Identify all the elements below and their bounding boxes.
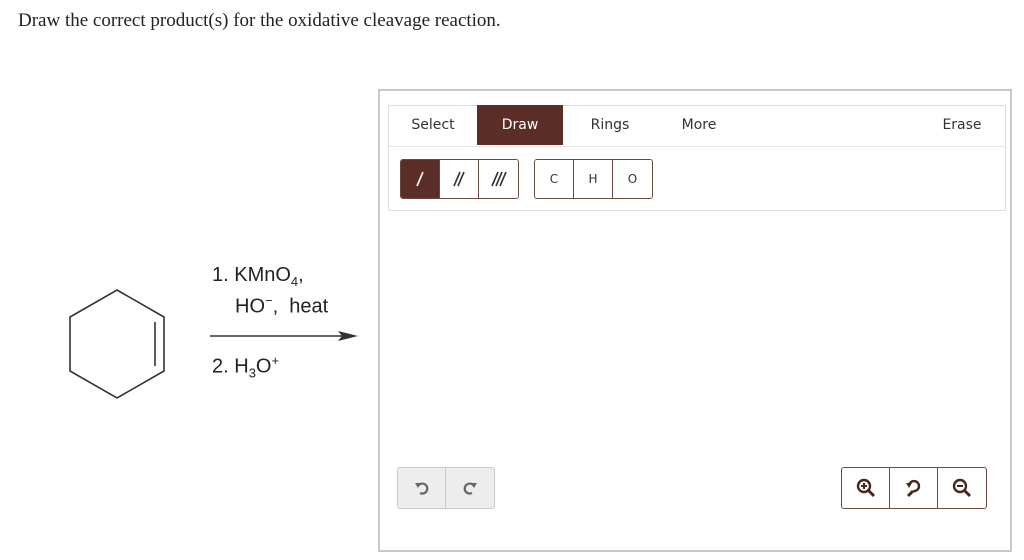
reaction-scheme: 1. KMnO4, HO−, heat 2. H3O+ — [0, 240, 380, 430]
tab-erase[interactable]: Erase — [929, 105, 995, 145]
reagent-hydroxide: HO — [235, 295, 265, 318]
zoom-in-button[interactable] — [842, 468, 890, 508]
tab-draw[interactable]: Draw — [477, 105, 563, 145]
atom-c-button[interactable]: C — [535, 160, 574, 198]
reagent-subscript: 3 — [248, 365, 256, 381]
triple-bond-icon — [490, 171, 507, 187]
reagent-superscript: + — [271, 353, 280, 368]
reagent-step2: 2. H3O+ — [212, 353, 279, 381]
zoom-out-icon — [952, 478, 972, 498]
tab-select[interactable]: Select — [399, 105, 467, 145]
tab-more[interactable]: More — [667, 105, 731, 145]
cyclohexene-structure — [69, 289, 358, 399]
single-bond-icon — [416, 171, 424, 187]
zoom-in-icon — [856, 478, 875, 498]
undo-button[interactable] — [398, 468, 446, 508]
tab-rings[interactable]: Rings — [577, 105, 643, 145]
reagent-step1-line2: HO−, heat — [235, 293, 328, 319]
question-text: Draw the correct product(s) for the oxid… — [18, 10, 501, 31]
single-bond-button[interactable] — [401, 160, 440, 198]
undo-icon — [414, 482, 428, 495]
atom-o-button[interactable]: O — [613, 160, 652, 198]
history-controls — [397, 467, 495, 509]
reagent-step1: 1. KMnO4, — [212, 264, 304, 289]
reagent-h: 2. H — [212, 355, 249, 378]
reset-zoom-button[interactable] — [890, 468, 938, 508]
editor-toolrow: C H O — [388, 147, 1006, 211]
redo-button[interactable] — [446, 468, 494, 508]
atom-h-button[interactable]: H — [574, 160, 613, 198]
editor-tabbar: Select Draw Rings More Erase — [388, 105, 1006, 147]
reagent-kmno: 1. KMnO — [212, 264, 291, 286]
reagent-heat: , heat — [272, 295, 329, 318]
zoom-controls — [841, 467, 987, 509]
double-bond-button[interactable] — [440, 160, 479, 198]
redo-icon — [463, 482, 477, 495]
drawing-editor[interactable]: Select Draw Rings More Erase C H O — [378, 89, 1012, 552]
double-bond-icon — [453, 171, 465, 187]
bond-tools — [400, 159, 519, 199]
reagent-o: O — [255, 355, 272, 378]
reagent-comma: , — [298, 264, 304, 286]
triple-bond-button[interactable] — [479, 160, 518, 198]
atom-tools: C H O — [534, 159, 653, 199]
reagent-superscript: − — [265, 293, 273, 308]
zoom-out-button[interactable] — [938, 468, 986, 508]
reset-zoom-icon — [905, 479, 920, 498]
